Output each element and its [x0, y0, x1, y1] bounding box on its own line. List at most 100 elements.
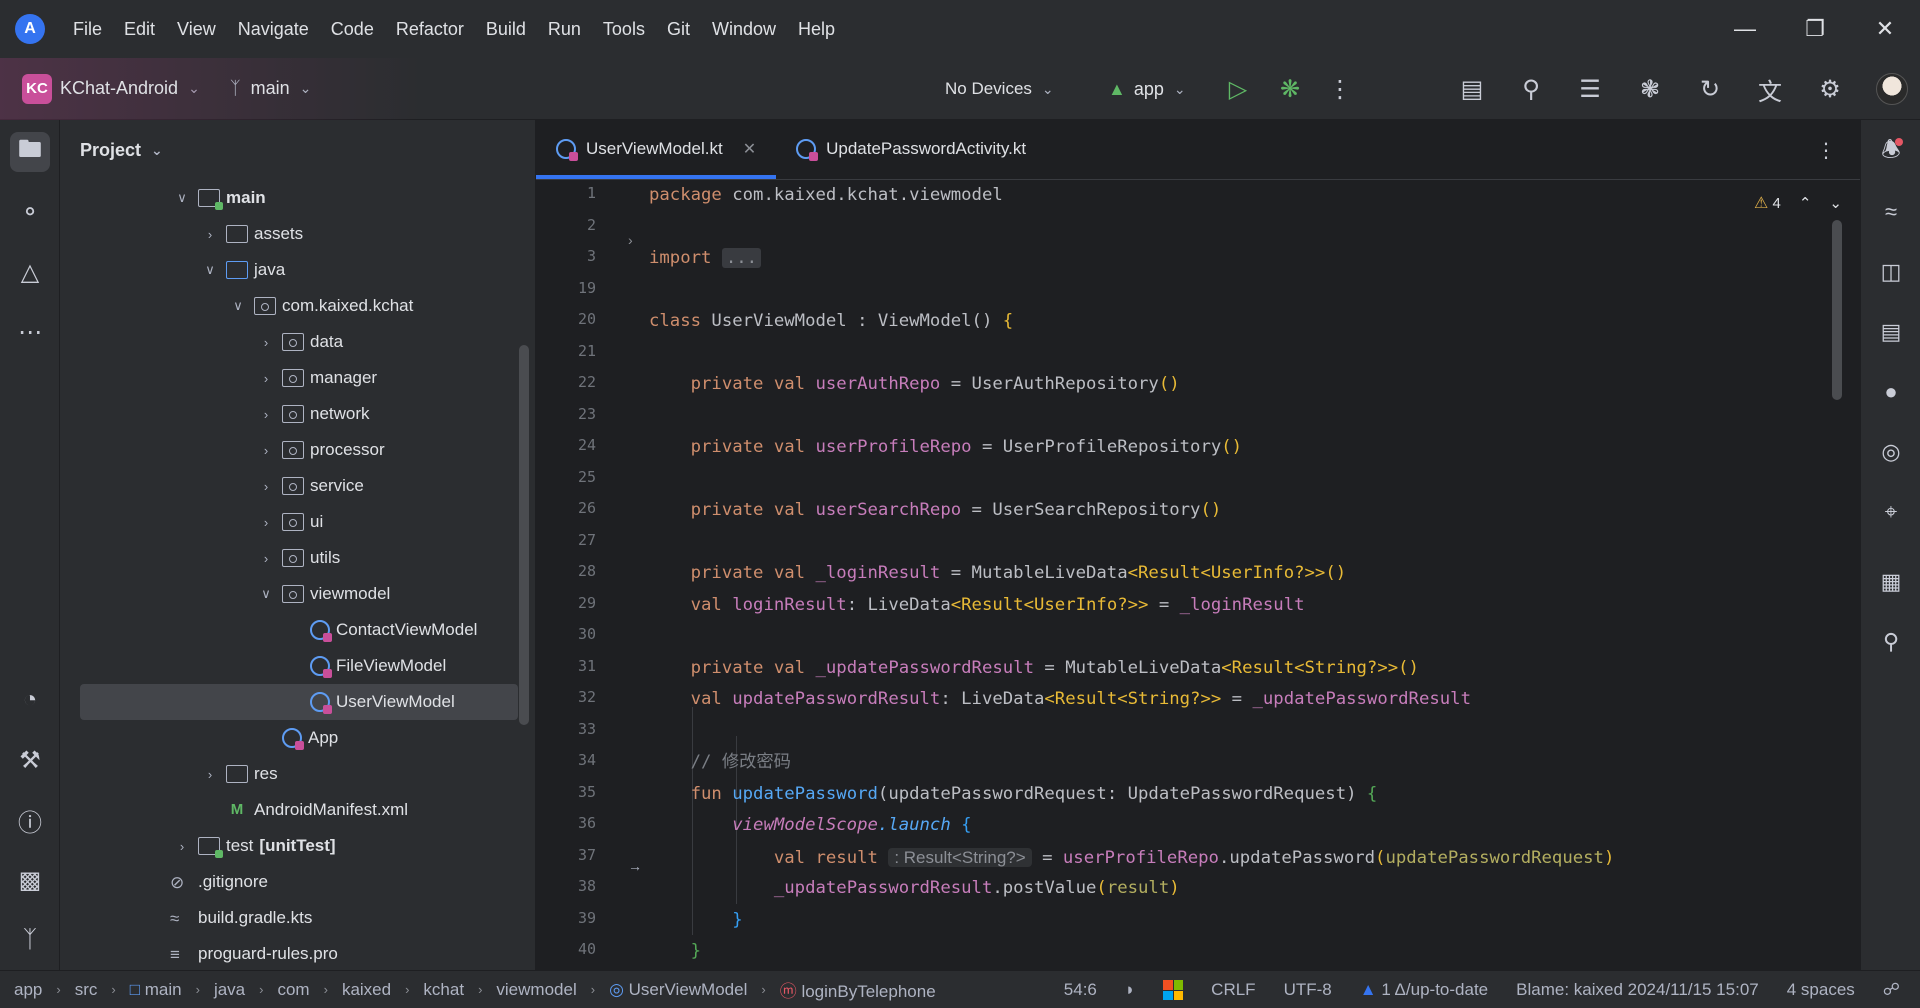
line-number[interactable]: 23 — [546, 399, 596, 431]
project-panel-header[interactable]: Project ⌄ — [60, 120, 535, 180]
line-number[interactable]: 22 — [546, 367, 596, 399]
chevron-right-icon[interactable]: › — [200, 767, 220, 782]
line-number[interactable]: 24 — [546, 430, 596, 462]
breadcrumb-item[interactable]: java — [214, 980, 245, 1000]
breadcrumb-item[interactable]: viewmodel — [496, 980, 576, 1000]
line-number[interactable]: 39 — [546, 903, 596, 935]
indent-setting[interactable]: 4 spaces — [1787, 980, 1855, 1000]
line-number[interactable]: 2 — [546, 210, 596, 242]
import-fold[interactable]: ... — [721, 248, 762, 268]
chevron-right-icon[interactable]: › — [256, 407, 276, 422]
run-icon[interactable]: ▷ — [1220, 71, 1256, 107]
project-folder-icon[interactable]: 🖿 — [10, 132, 50, 172]
tree-scrollbar[interactable] — [519, 345, 529, 725]
tree-item-com-kaixed-kchat[interactable]: ∨ com.kaixed.kchat — [60, 288, 520, 324]
line-number[interactable]: 3 — [546, 241, 596, 273]
menu-tools[interactable]: Tools — [603, 19, 645, 40]
tree-item-ui[interactable]: › ui — [60, 504, 520, 540]
breadcrumb-item[interactable]: kchat — [423, 980, 464, 1000]
line-number[interactable]: 31 — [546, 651, 596, 683]
code-area[interactable]: package com.kaixed.kchat.viewmodel impor… — [649, 180, 1779, 970]
tree-item-main[interactable]: ∨ main — [60, 180, 520, 216]
chevron-right-icon[interactable]: › — [256, 443, 276, 458]
chevron-down-icon[interactable]: ∨ — [172, 190, 192, 206]
layout-inspector-icon[interactable]: ▦ — [1871, 562, 1911, 602]
line-number[interactable]: 21 — [546, 336, 596, 368]
tree-item--gitignore[interactable]: ⊘ .gitignore — [60, 864, 520, 900]
breadcrumb-item[interactable]: app — [14, 980, 42, 1000]
tree-item-contactviewmodel[interactable]: ContactViewModel — [60, 612, 520, 648]
breadcrumb-item[interactable]: ⓜ loginByTelephone — [780, 977, 936, 1002]
tree-item-assets[interactable]: › assets — [60, 216, 520, 252]
line-number[interactable]: 40 — [546, 934, 596, 966]
more-tools-icon[interactable]: ⋯ — [10, 312, 50, 352]
tree-item-java[interactable]: ∨ java — [60, 252, 520, 288]
menu-window[interactable]: Window — [712, 19, 776, 40]
chevron-up-icon[interactable]: ⌃ — [1799, 194, 1812, 212]
tree-item-userviewmodel[interactable]: UserViewModel — [80, 684, 518, 720]
branch-selector[interactable]: ᛉ main ⌄ — [230, 78, 312, 99]
chevron-right-icon[interactable]: › — [256, 335, 276, 350]
menu-edit[interactable]: Edit — [124, 19, 155, 40]
settings-gear-icon[interactable]: ⚙ — [1812, 71, 1848, 107]
translate-icon[interactable]: 文 — [1752, 71, 1788, 107]
android-studio-logo-icon[interactable]: A — [15, 14, 45, 44]
breadcrumb-item[interactable]: ◎ UserViewModel — [609, 980, 747, 1000]
tree-item-network[interactable]: › network — [60, 396, 520, 432]
chevron-down-icon[interactable]: ∨ — [228, 298, 248, 314]
project-name[interactable]: KChat-Android — [60, 78, 178, 99]
menu-view[interactable]: View — [177, 19, 216, 40]
line-number[interactable]: 28 — [546, 556, 596, 588]
tree-item-build-gradle-kts[interactable]: ≈ build.gradle.kts — [60, 900, 520, 936]
tab-updatepasswordactivity[interactable]: UpdatePasswordActivity.kt — [776, 119, 1046, 179]
search-file-icon[interactable]: ⚲ — [1871, 622, 1911, 662]
chevron-right-icon[interactable]: › — [256, 515, 276, 530]
chevron-down-icon[interactable]: ∨ — [256, 586, 276, 602]
line-number[interactable]: 38 — [546, 871, 596, 903]
menu-git[interactable]: Git — [667, 19, 690, 40]
tree-item-app[interactable]: App — [60, 720, 520, 756]
project-badge[interactable]: KC — [22, 73, 52, 104]
debug-icon[interactable]: ❋ — [1272, 71, 1308, 107]
chevron-down-icon[interactable]: ⌄ — [1829, 194, 1842, 212]
line-separator[interactable]: CRLF — [1211, 980, 1255, 1000]
structure-icon[interactable]: ☰ — [1572, 71, 1608, 107]
menu-file[interactable]: File — [73, 19, 102, 40]
tree-item-fileviewmodel[interactable]: FileViewModel — [60, 648, 520, 684]
menu-refactor[interactable]: Refactor — [396, 19, 464, 40]
breadcrumb-item[interactable]: com — [277, 980, 309, 1000]
line-number[interactable]: 20 — [546, 304, 596, 336]
device-manager-icon[interactable]: ▤ — [1454, 71, 1490, 107]
implements-arrow-icon[interactable]: → — [628, 858, 642, 874]
chevron-right-icon[interactable]: › — [256, 371, 276, 386]
run-config-selector[interactable]: ▲ app ⌄ — [1108, 58, 1186, 120]
tree-item-manager[interactable]: › manager — [60, 360, 520, 396]
line-number[interactable]: 29 — [546, 588, 596, 620]
close-icon[interactable]: ✕ — [1850, 0, 1920, 58]
sync-gradle-icon[interactable]: ↻ — [1692, 71, 1728, 107]
bug-icon[interactable]: ❃ — [1632, 71, 1668, 107]
chevron-down-icon[interactable]: ∨ — [200, 262, 220, 278]
breadcrumb-item[interactable]: □ main — [130, 980, 182, 1000]
user-avatar[interactable] — [1876, 73, 1908, 105]
translate-search-icon[interactable]: ⚲ — [1513, 71, 1549, 107]
editor-scrollbar[interactable] — [1832, 220, 1842, 400]
blame-info[interactable]: Blame: kaixed 2024/11/15 15:07 — [1516, 980, 1759, 1000]
more-vert-icon[interactable]: ⋮ — [1322, 71, 1358, 107]
file-encoding[interactable]: UTF-8 — [1284, 980, 1332, 1000]
tree-item-processor[interactable]: › processor — [60, 432, 520, 468]
line-number[interactable]: 34 — [546, 745, 596, 777]
clipboard-icon[interactable]: ▤ — [1871, 312, 1911, 352]
profiler-icon[interactable]: ◔ — [10, 680, 50, 720]
line-number[interactable]: 32 — [546, 682, 596, 714]
line-number[interactable]: 27 — [546, 525, 596, 557]
tree-item-androidmanifest-xml[interactable]: M AndroidManifest.xml — [60, 792, 520, 828]
minimize-icon[interactable]: — — [1710, 0, 1780, 58]
fold-expand-icon[interactable]: › — [628, 232, 633, 248]
vcs-status[interactable]: ▲ 1 Δ/up-to-date — [1360, 980, 1488, 1000]
gradle-elephant-icon[interactable]: ≈ — [1871, 192, 1911, 232]
chevron-right-icon[interactable]: › — [172, 839, 192, 854]
line-number[interactable]: 19 — [546, 273, 596, 305]
lock-icon[interactable]: ☍ — [1883, 980, 1900, 1000]
tab-userviewmodel[interactable]: UserViewModel.kt ✕ — [536, 119, 777, 179]
